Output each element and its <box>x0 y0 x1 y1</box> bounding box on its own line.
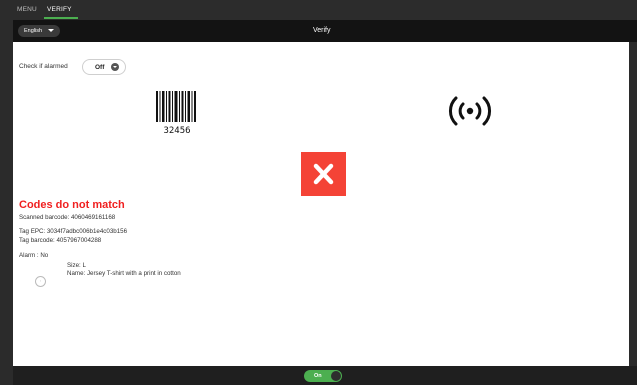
error-x-icon <box>301 152 346 196</box>
alarm-status: Alarm : No <box>19 252 49 259</box>
barcode-icon: 32456 <box>156 91 196 135</box>
scan-toggle-label: On <box>314 373 322 379</box>
tag-epc: Tag EPC: 3034f7adbc006b1e4c03b156 <box>19 228 128 235</box>
page-header: English Verify <box>13 20 637 42</box>
top-nav: MENU VERIFY <box>0 0 637 20</box>
language-value: English <box>24 28 43 34</box>
product-name: Name: Jersey T-shirt with a print in cot… <box>67 270 181 277</box>
mismatch-status: Codes do not match <box>19 199 125 211</box>
product-size: Size: L <box>67 262 86 269</box>
page-title: Verify <box>313 27 331 34</box>
tag-barcode: Tag barcode: 4057967004288 <box>19 237 102 244</box>
active-tab-indicator <box>44 17 78 19</box>
chevron-down-icon <box>111 63 119 71</box>
product-image-icon: ◦ <box>35 276 46 287</box>
scanned-barcode: Scanned barcode: 4060469161168 <box>19 214 116 221</box>
scan-toggle[interactable]: On <box>304 370 342 382</box>
alarm-toggle-value: Off <box>95 64 105 71</box>
check-alarmed-label: Check if alarmed <box>19 63 68 70</box>
verify-panel: Check if alarmed Off 32456 Codes do not … <box>13 42 629 366</box>
alarm-check-toggle[interactable]: Off <box>82 59 126 75</box>
footer-bar: On <box>13 366 637 385</box>
barcode-digits: 32456 <box>163 126 190 135</box>
language-select[interactable]: English <box>18 25 60 37</box>
rfid-signal-icon <box>449 96 491 126</box>
toggle-knob <box>331 371 341 381</box>
tab-menu[interactable]: MENU <box>17 0 37 20</box>
chevron-down-icon <box>48 29 54 32</box>
